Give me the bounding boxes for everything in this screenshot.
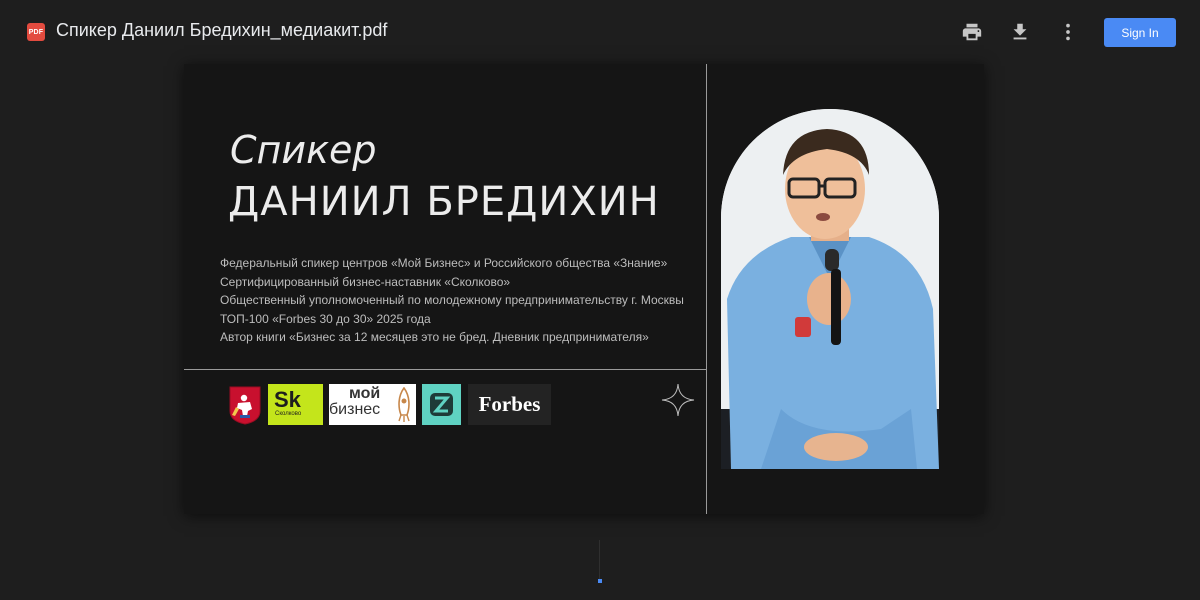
divider-vertical: [706, 64, 707, 514]
document-title: Спикер Даниил Бредихин_медиакит.pdf: [56, 20, 388, 40]
moi-biznes-line2: бизнес: [329, 401, 381, 418]
print-icon[interactable]: [960, 20, 984, 44]
slide-kicker: Спикер: [230, 128, 377, 172]
bio-line: Общественный уполномоченный по молодежно…: [220, 293, 684, 307]
page-scroll-track: [599, 540, 600, 580]
bio-line: ТОП-100 «Forbes 30 до 30» 2025 года: [220, 311, 431, 326]
bio-line: Сертифицированный бизнес-наставник «Скол…: [220, 274, 511, 289]
divider-horizontal: [184, 369, 706, 370]
skolkovo-mark: Sk: [274, 387, 301, 412]
znanie-logo: [422, 384, 461, 425]
forbes-logo: Forbes: [468, 384, 551, 425]
skolkovo-wordmark: Сколково: [275, 411, 302, 417]
skolkovo-logo: Sk Сколково: [268, 384, 323, 425]
more-vert-icon[interactable]: [1056, 20, 1080, 44]
pdf-page: Спикер ДАНИИЛ БРЕДИХИН Федеральный спике…: [184, 64, 984, 514]
pdf-viewer-toolbar: PDF Спикер Даниил Бредихин_медиакит.pdf …: [0, 0, 1200, 64]
sparkle-icon: [661, 383, 695, 417]
bio-line: Автор книги «Бизнес за 12 месяцев это не…: [220, 330, 649, 344]
speaker-bio: Федеральный спикер центров «Мой Бизнес» …: [220, 254, 702, 347]
moi-biznes-logo: мой бизнес: [329, 384, 416, 425]
sign-in-button[interactable]: Sign In: [1104, 18, 1176, 47]
speaker-name: ДАНИИЛ БРЕДИХИН: [228, 179, 660, 225]
moscow-coat-of-arms-logo: [229, 386, 261, 425]
bio-line: Федеральный спикер центров «Мой Бизнес» …: [220, 256, 668, 270]
pdf-file-icon: PDF: [27, 23, 45, 41]
download-icon[interactable]: [1008, 20, 1032, 44]
page-scroll-indicator[interactable]: [598, 579, 602, 583]
speaker-photo: [721, 109, 939, 469]
rocket-icon: [398, 387, 410, 422]
